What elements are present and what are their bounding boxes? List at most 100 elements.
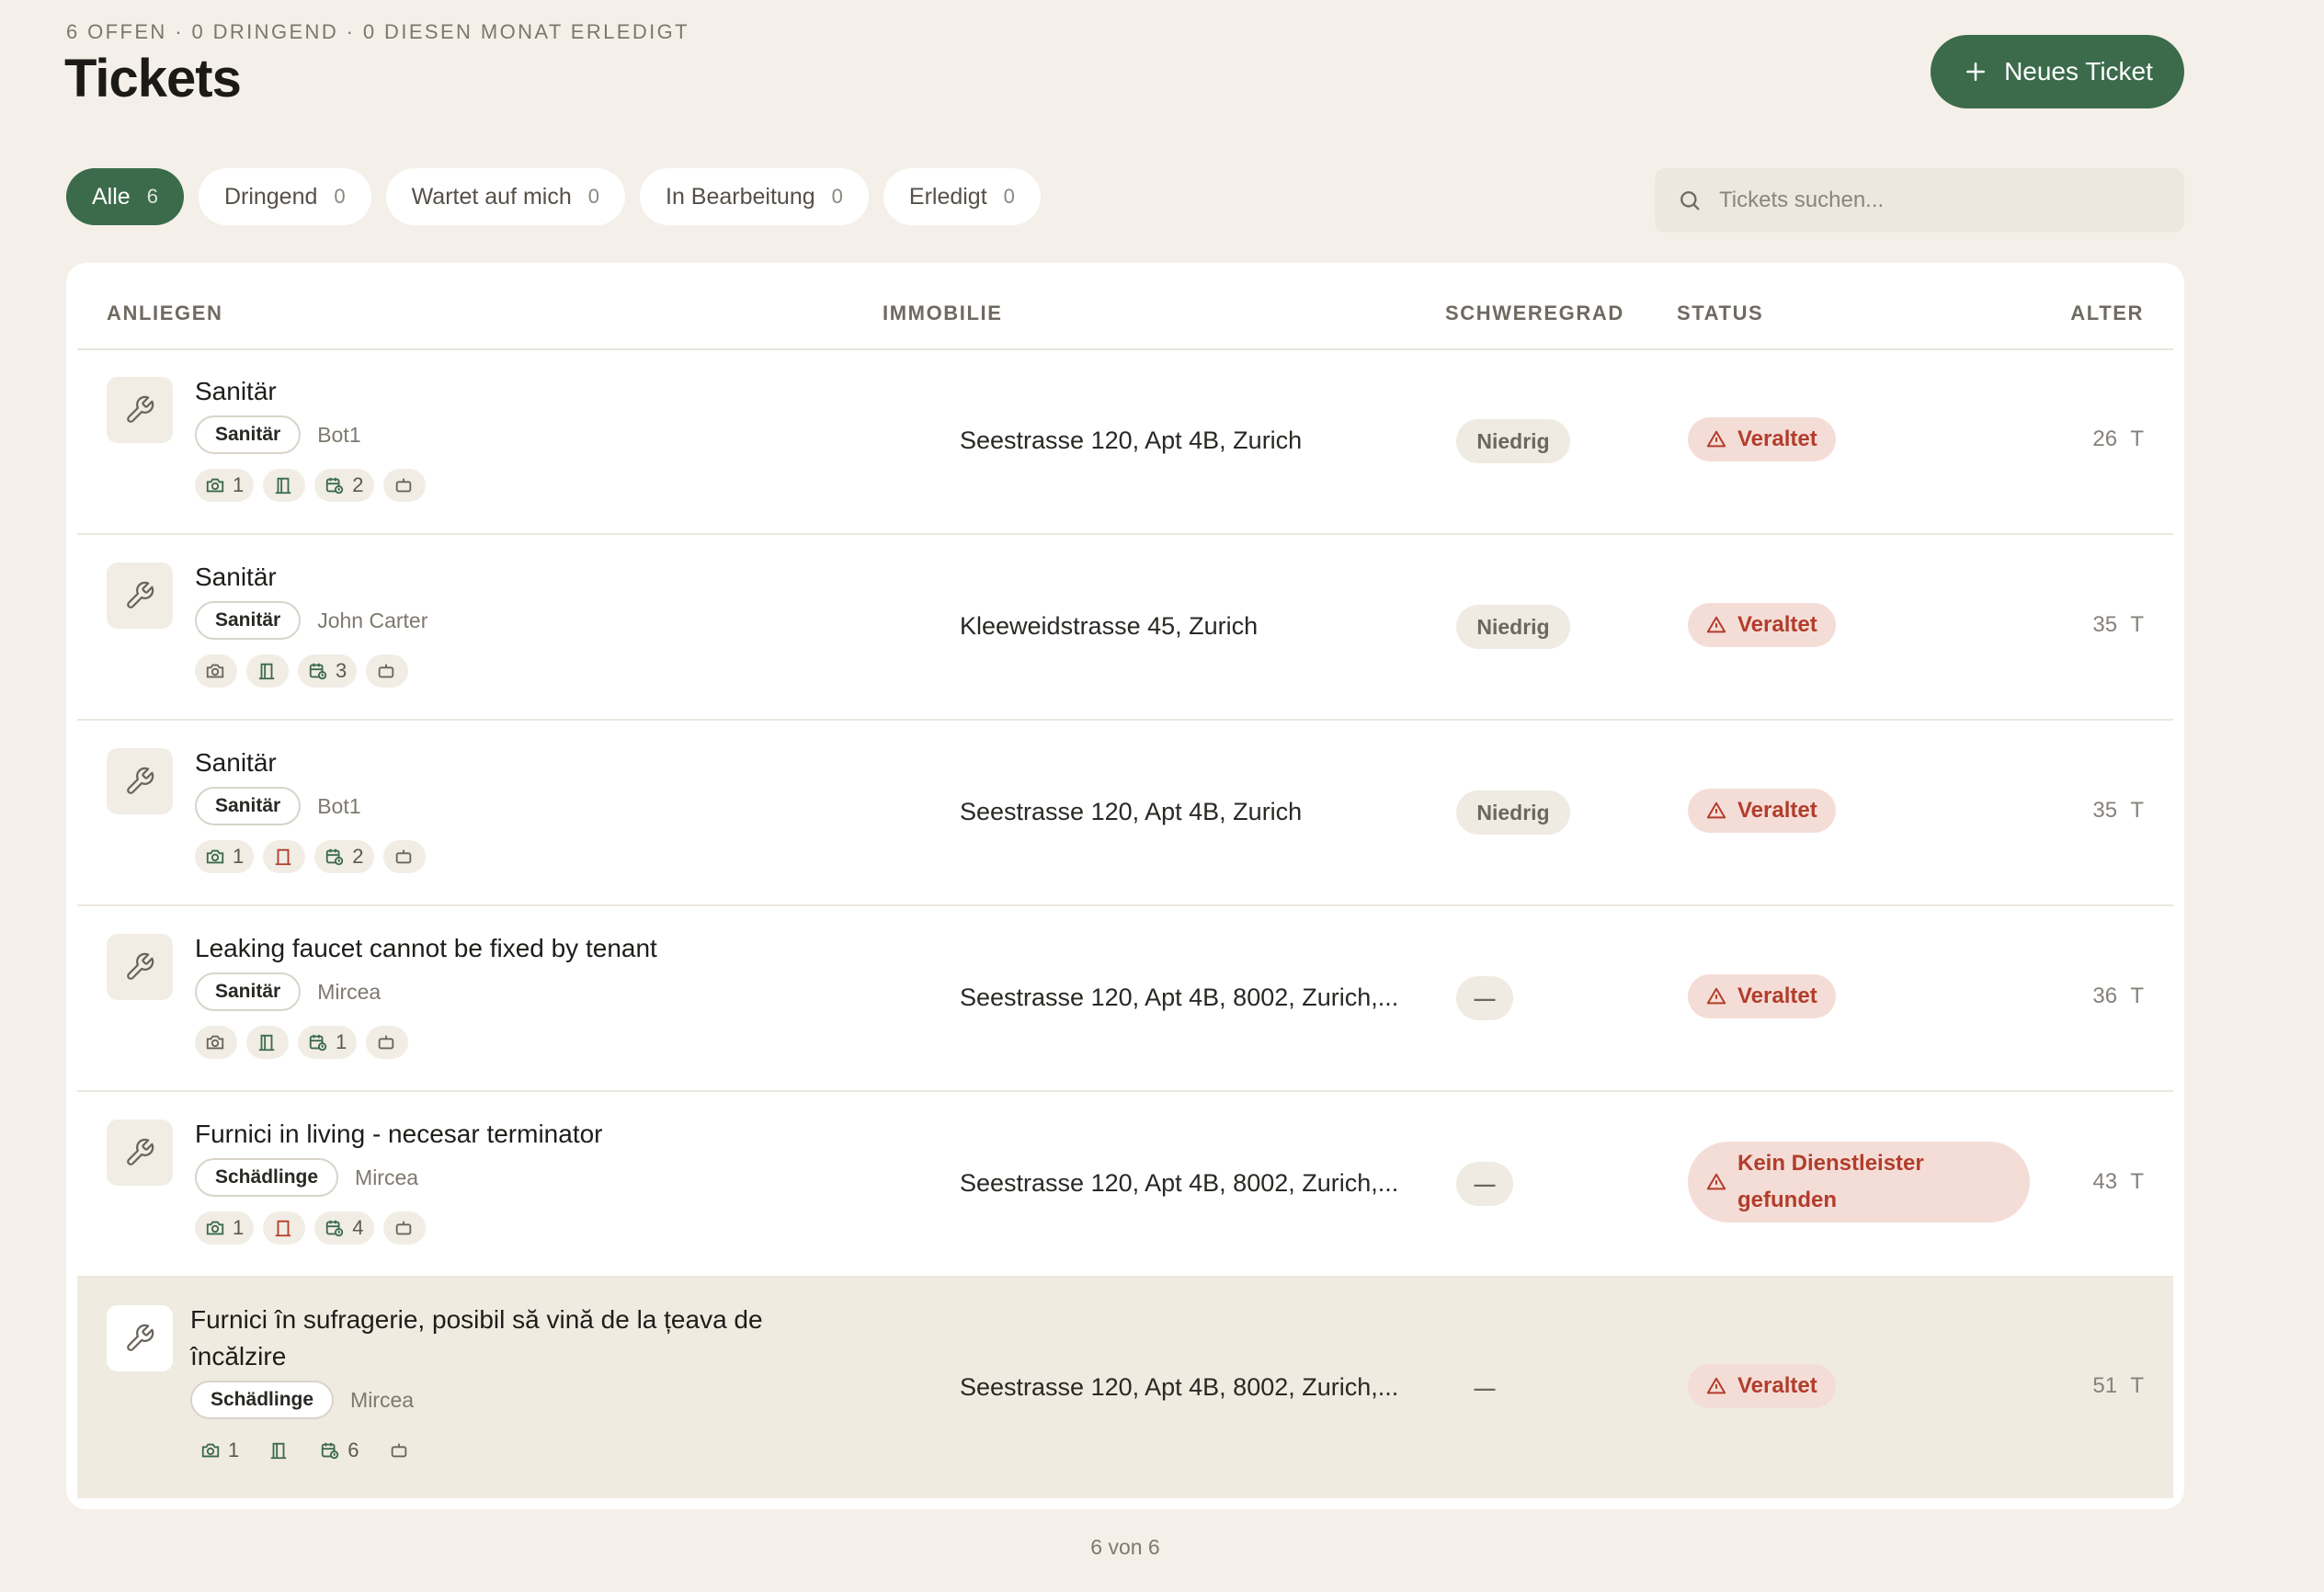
status-badge: Kein Dienstleister gefunden: [1688, 1142, 2030, 1222]
table-row[interactable]: Sanitär Sanitär John Carter 3 Kleeweidst…: [77, 535, 2173, 721]
tab-label: Alle: [92, 183, 131, 210]
visit-count: 2: [352, 845, 364, 868]
visit-count-badge: 1: [298, 1026, 358, 1059]
tab-dringend[interactable]: Dringend 0: [198, 168, 371, 225]
search-input[interactable]: [1719, 188, 2160, 213]
photo-count-badge: [195, 654, 237, 688]
photo-count-badge: 1: [195, 469, 255, 502]
bot-icon: [379, 1035, 394, 1050]
tab-in-bearbeitung[interactable]: In Bearbeitung 0: [640, 168, 869, 225]
visit-count-badge: 4: [314, 1211, 374, 1245]
bot-icon: [391, 1443, 406, 1458]
photo-count-badge: 1: [195, 1211, 255, 1245]
bot-badge: [379, 1434, 421, 1467]
ticket-age: 35 T: [2092, 798, 2144, 823]
warning-icon: [1706, 987, 1726, 1005]
ticket-title-line: încălzire: [190, 1342, 287, 1370]
category-chip: Sanitär: [195, 415, 302, 454]
assignee-name: Mircea: [355, 1165, 419, 1189]
table-row[interactable]: Sanitär Sanitär Bot1 1 2 Seestrasse 120,…: [77, 349, 2173, 535]
severity-badge: —: [1456, 976, 1513, 1020]
photo-count: 1: [233, 845, 245, 868]
tickets-page: 6 OFFEN · 0 DRINGEND · 0 DIESEN MONAT ER…: [0, 0, 2324, 1592]
category-chip: Schädlinge: [195, 1158, 339, 1197]
visit-count: 6: [347, 1438, 359, 1461]
bot-icon: [379, 664, 394, 678]
wrench-icon: [107, 1305, 173, 1371]
category-chip: Sanitär: [195, 787, 302, 825]
new-ticket-label: Neues Ticket: [2004, 57, 2153, 85]
door-access-badge: [263, 469, 306, 502]
bot-icon: [395, 849, 411, 864]
wrench-icon: [107, 934, 173, 1000]
ticket-title: Furnici în sufragerie, posibil să vină d…: [190, 1302, 763, 1375]
property-address: Seestrasse 120, Apt 4B, 8002, Zurich,...: [960, 984, 1399, 1011]
door-icon: [276, 848, 291, 866]
warning-icon: [1706, 1173, 1726, 1190]
table-row[interactable]: Furnici in living - necesar terminator S…: [77, 1092, 2173, 1278]
ticket-title: Sanitär: [195, 377, 277, 405]
camera-icon: [206, 849, 224, 864]
tab-wartet-auf-mich[interactable]: Wartet auf mich 0: [385, 168, 626, 225]
status-badge: Veraltet: [1688, 974, 1836, 1018]
visit-count: 1: [336, 1030, 347, 1053]
tab-alle[interactable]: Alle 6: [66, 168, 184, 225]
status-label: Kein Dienstleister gefunden: [1737, 1145, 1924, 1219]
column-header-schweregrad: SCHWEREGRAD: [1445, 301, 1624, 324]
category-chip: Sanitär: [195, 972, 302, 1011]
column-header-alter: ALTER: [2070, 301, 2144, 324]
ticket-title: Furnici in living - necesar terminator: [195, 1120, 603, 1148]
plus-icon: [1966, 63, 1986, 81]
table-row[interactable]: Furnici în sufragerie, posibil să vină d…: [77, 1278, 2173, 1498]
severity-badge: Niedrig: [1456, 790, 1570, 835]
camera-icon: [206, 478, 224, 493]
table-row[interactable]: Sanitär Sanitär Bot1 1 2 Seestrasse 120,…: [77, 721, 2173, 906]
status-label: Veraltet: [1737, 612, 1817, 637]
door-icon: [258, 663, 275, 680]
door-access-badge: [258, 1434, 301, 1467]
property-address: Seestrasse 120, Apt 4B, 8002, Zurich,...: [960, 1373, 1399, 1401]
warning-icon: [1706, 616, 1726, 633]
severity-badge: Niedrig: [1456, 605, 1570, 649]
assignee-name: Mircea: [317, 979, 382, 1004]
pagination-count: 6 von 6: [1090, 1535, 1160, 1559]
calendar-clock-icon: [322, 1442, 339, 1460]
camera-icon: [206, 1221, 224, 1235]
wrench-icon: [107, 748, 173, 814]
bot-badge: [366, 1026, 409, 1059]
ticket-title: Sanitär: [195, 748, 277, 777]
status-badge: Veraltet: [1688, 789, 1836, 833]
status-badge: Veraltet: [1688, 603, 1836, 647]
camera-icon: [206, 664, 224, 678]
status-label-line: Kein Dienstleister: [1737, 1151, 1924, 1176]
new-ticket-button[interactable]: Neues Ticket: [1931, 35, 2184, 108]
tab-erledigt[interactable]: Erledigt 0: [883, 168, 1041, 225]
tab-count: 0: [831, 185, 843, 208]
tickets-table: ANLIEGEN IMMOBILIE SCHWEREGRAD STATUS AL…: [66, 263, 2184, 1509]
table-row[interactable]: Leaking faucet cannot be fixed by tenant…: [77, 906, 2173, 1092]
door-icon: [258, 1034, 275, 1052]
visit-count-badge: 2: [314, 840, 374, 873]
door-access-badge: [263, 1211, 306, 1245]
column-header-anliegen: ANLIEGEN: [107, 301, 223, 324]
filter-tabs: Alle 6 Dringend 0 Wartet auf mich 0 In B…: [66, 168, 1041, 225]
status-label: Veraltet: [1737, 984, 1817, 1008]
property-address: Seestrasse 120, Apt 4B, Zurich: [960, 798, 1303, 825]
status-label: Veraltet: [1737, 426, 1817, 451]
door-icon: [276, 477, 291, 495]
status-badge: Veraltet: [1688, 1364, 1836, 1408]
warning-icon: [1706, 1377, 1726, 1394]
property-address: Kleeweidstrasse 45, Zurich: [960, 612, 1259, 640]
visit-count-badge: 6: [310, 1434, 369, 1467]
warning-icon: [1706, 802, 1726, 819]
property-address: Seestrasse 120, Apt 4B, 8002, Zurich,...: [960, 1169, 1399, 1197]
camera-icon: [201, 1443, 220, 1458]
status-label: Veraltet: [1737, 1373, 1817, 1398]
wrench-icon: [107, 377, 173, 443]
bot-badge: [382, 469, 426, 502]
ticket-age: 26 T: [2092, 426, 2144, 451]
severity-badge: —: [1474, 1375, 1496, 1400]
assignee-name: Mircea: [350, 1387, 415, 1412]
assignee-name: John Carter: [317, 608, 428, 632]
photo-count: 1: [233, 473, 245, 496]
